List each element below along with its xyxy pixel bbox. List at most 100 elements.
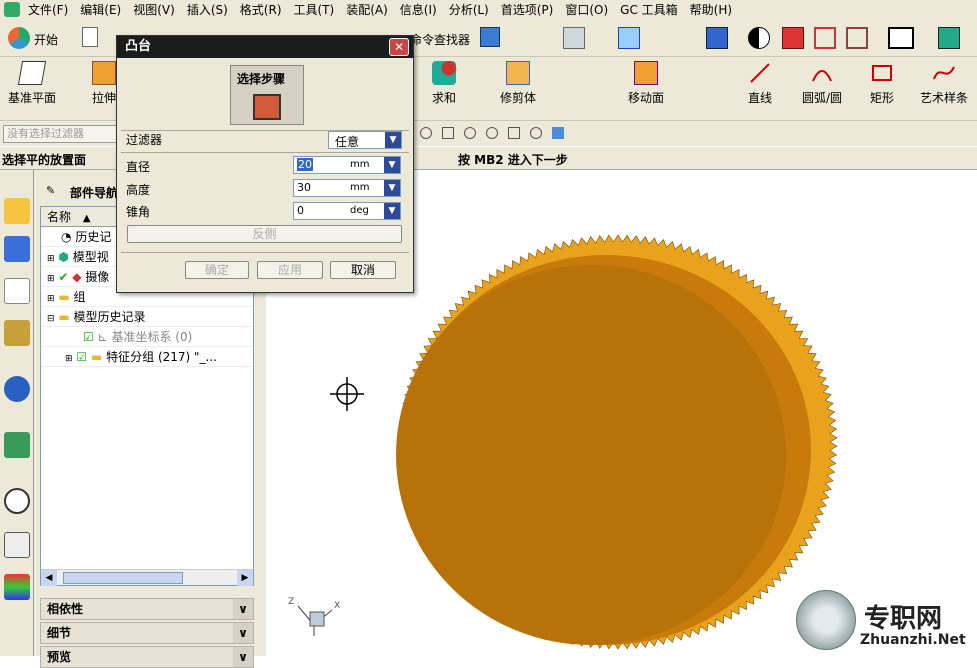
menu-help[interactable]: 帮助(H) [684, 1, 738, 18]
snap-mid-icon[interactable] [464, 127, 476, 139]
tree-item-datum-csys[interactable]: ☑ ⊾ 基准坐标系 (0) [41, 327, 253, 347]
constraint-navigator-icon[interactable] [4, 236, 30, 262]
menu-gc-toolbox[interactable]: GC 工具箱 [614, 1, 684, 18]
ok-button[interactable]: 确定 [185, 261, 249, 279]
cancel-button[interactable]: 取消 [330, 261, 396, 279]
line-icon [750, 63, 770, 83]
yin-yang-icon[interactable] [748, 27, 770, 49]
spline-tool[interactable]: 艺术样条 [920, 61, 968, 106]
snap-quad-icon[interactable] [508, 127, 520, 139]
fit-view-icon[interactable] [618, 27, 640, 49]
menu-preferences[interactable]: 首选项(P) [495, 1, 560, 18]
assembly-icon[interactable] [938, 27, 960, 49]
collapse-icon[interactable]: ⊟ [47, 314, 55, 324]
menu-assembly[interactable]: 装配(A) [340, 1, 394, 18]
menu-tools[interactable]: 工具(T) [288, 1, 341, 18]
start-icon[interactable] [8, 27, 30, 49]
chevron-down-icon[interactable]: ▼ [385, 132, 401, 148]
extrude-tool[interactable]: 拉伸 [92, 61, 116, 106]
snap-cube-icon[interactable] [552, 127, 564, 139]
scroll-right-icon[interactable]: ▶ [237, 570, 253, 586]
menu-view[interactable]: 视图(V) [127, 1, 181, 18]
menu-format[interactable]: 格式(R) [234, 1, 288, 18]
command-finder[interactable]: 命令查找器 [410, 31, 470, 48]
start-button[interactable]: 开始 [34, 31, 58, 48]
info-icon[interactable] [4, 376, 30, 402]
move-face-tool[interactable]: 移动面 [628, 61, 664, 106]
history-icon[interactable] [4, 488, 30, 514]
arc-icon [812, 70, 832, 82]
chevron-down-icon[interactable]: ▼ [384, 157, 400, 173]
menu-window[interactable]: 窗口(O) [559, 1, 614, 18]
navigator-pin-icon[interactable]: ✎ [46, 184, 55, 197]
apply-button[interactable]: 应用 [257, 261, 323, 279]
panel-details[interactable]: 细节 ∨ [40, 622, 254, 644]
shaded-view-icon[interactable] [706, 27, 728, 49]
arc-label: 圆弧/圆 [802, 91, 843, 105]
red-cube-icon[interactable] [782, 27, 804, 49]
height-value[interactable]: 30 [297, 181, 311, 194]
snap-center-icon[interactable] [486, 127, 498, 139]
roles-icon[interactable] [4, 574, 30, 600]
menu-edit[interactable]: 编辑(E) [74, 1, 127, 18]
snap-point-icon[interactable] [420, 127, 432, 139]
chevron-down-icon[interactable]: ▼ [384, 203, 400, 219]
system-materials-icon[interactable] [4, 532, 30, 558]
line-tool[interactable]: 直线 [748, 61, 772, 106]
web-browser-icon[interactable] [4, 432, 30, 458]
spline-label: 艺术样条 [920, 91, 969, 105]
trim-body-tool[interactable]: 修剪体 [500, 61, 536, 106]
background-icon[interactable] [888, 27, 914, 49]
diameter-field[interactable]: 20 mm ▼ [293, 156, 401, 174]
tree-item-feature-group[interactable]: ⊞ ☑ ▬ 特征分组 (217) "_... [41, 347, 253, 367]
scroll-left-icon[interactable]: ◀ [41, 570, 57, 586]
filter-select[interactable]: 任意 ▼ [328, 131, 402, 149]
assembly-navigator-icon[interactable] [4, 198, 30, 224]
line-label: 直线 [748, 91, 773, 105]
taper-value[interactable]: 0 [297, 204, 304, 217]
new-file-icon[interactable] [82, 27, 98, 47]
placement-face-step-icon[interactable] [253, 94, 281, 120]
selection-filter[interactable]: 没有选择过滤器 [3, 125, 121, 143]
expand-icon[interactable]: ⊞ [47, 294, 55, 304]
unite-tool[interactable]: 求和 [432, 61, 456, 106]
chevron-down-icon[interactable]: ∨ [233, 647, 253, 667]
hidden-cube-icon[interactable] [846, 27, 868, 49]
chevron-down-icon[interactable]: ∨ [233, 623, 253, 643]
expand-icon[interactable]: ⊞ [47, 254, 55, 264]
menu-insert[interactable]: 插入(S) [181, 1, 234, 18]
close-icon[interactable]: ✕ [389, 38, 409, 56]
menu-analysis[interactable]: 分析(L) [443, 1, 495, 18]
panel-preview[interactable]: 预览 ∨ [40, 646, 254, 668]
expand-icon[interactable]: ⊞ [65, 354, 73, 364]
diameter-label: 直径 [126, 160, 151, 174]
chevron-down-icon[interactable]: ▼ [384, 180, 400, 196]
reverse-side-button[interactable]: 反侧 [127, 225, 402, 243]
cube-icon[interactable] [480, 27, 500, 47]
reuse-library-icon[interactable] [4, 320, 30, 346]
arc-tool[interactable]: 圆弧/圆 [802, 61, 842, 106]
height-field[interactable]: 30 mm ▼ [293, 179, 401, 197]
expand-icon[interactable]: ⊞ [47, 274, 55, 284]
rectangle-label: 矩形 [870, 91, 895, 105]
checkbox-checked[interactable]: ☑ [83, 330, 94, 344]
rectangle-tool[interactable]: 矩形 [870, 61, 894, 106]
snap-arc-icon[interactable] [530, 127, 542, 139]
layer-icon[interactable] [563, 27, 585, 49]
part-navigator-icon[interactable] [4, 278, 30, 304]
datum-plane-label: 基准平面 [8, 91, 57, 105]
snap-end-icon[interactable] [442, 127, 454, 139]
wire-cube-icon[interactable] [814, 27, 836, 49]
taper-field[interactable]: 0 deg ▼ [293, 202, 401, 220]
datum-plane-tool[interactable]: 基准平面 [8, 61, 56, 106]
checkbox-checked[interactable]: ☑ [76, 350, 87, 364]
chevron-down-icon[interactable]: ∨ [233, 599, 253, 619]
svg-text:X: X [334, 601, 340, 611]
tree-item-model-history[interactable]: ⊟ ▬ 模型历史记录 [41, 307, 253, 327]
panel-dependencies[interactable]: 相依性 ∨ [40, 598, 254, 620]
menu-info[interactable]: 信息(I) [394, 1, 443, 18]
dialog-title: 凸台 [117, 36, 413, 58]
scroll-thumb[interactable] [63, 572, 183, 584]
horizontal-scrollbar[interactable]: ◀ ▶ [41, 569, 253, 586]
diameter-value[interactable]: 20 [297, 158, 313, 171]
